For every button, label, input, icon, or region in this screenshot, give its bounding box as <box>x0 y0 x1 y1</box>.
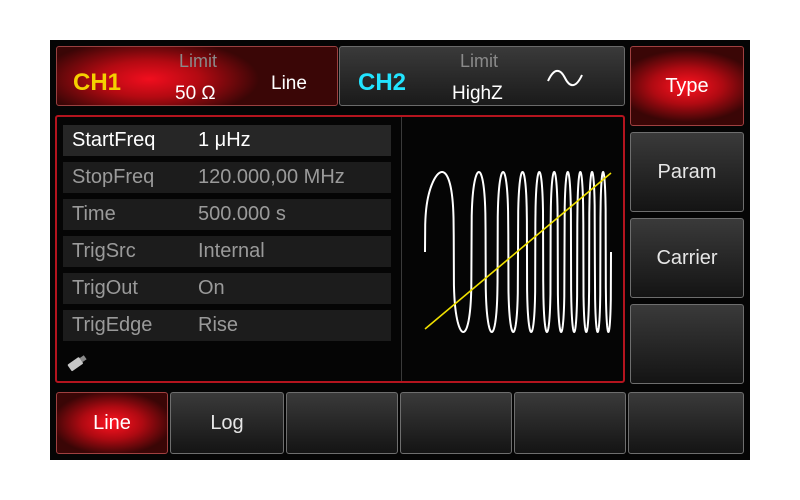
param-name: Time <box>72 203 116 225</box>
empty-softkey-bottom-6[interactable] <box>628 392 744 454</box>
param-value: 120.000,00 MHz <box>198 166 345 188</box>
param-row-trigedge[interactable]: TrigEdge Rise <box>63 310 391 341</box>
sine-wave-icon <box>547 69 583 87</box>
sweep-main-panel: StartFreq 1 μHz StopFreq 120.000,00 MHz … <box>55 115 625 383</box>
param-value: On <box>198 277 225 299</box>
empty-softkey-bottom-5[interactable] <box>514 392 626 454</box>
ch2-panel[interactable]: CH2 Limit HighZ <box>339 46 625 106</box>
ch2-label: CH2 <box>358 69 407 96</box>
ch1-panel[interactable]: CH1 Limit 50 Ω Line <box>56 46 338 106</box>
param-row-startfreq[interactable]: StartFreq 1 μHz <box>63 125 391 156</box>
ch1-limit-label: Limit <box>179 51 218 71</box>
panel-divider <box>401 117 402 381</box>
ch1-sweep-mode: Line <box>271 73 307 94</box>
param-row-trigsrc[interactable]: TrigSrc Internal <box>63 236 391 267</box>
ch1-label: CH1 <box>73 69 122 96</box>
param-row-stopfreq[interactable]: StopFreq 120.000,00 MHz <box>63 162 391 193</box>
param-name: StopFreq <box>72 166 155 188</box>
ch1-impedance: 50 Ω <box>175 83 216 104</box>
param-name: TrigEdge <box>72 314 153 336</box>
usb-drive-icon <box>67 355 87 372</box>
param-value: 1 μHz <box>198 129 251 151</box>
param-value: Internal <box>198 240 265 262</box>
type-softkey[interactable]: Type <box>630 46 744 126</box>
empty-softkey-bottom-4[interactable] <box>400 392 512 454</box>
param-name: TrigOut <box>72 277 138 299</box>
param-name: StartFreq <box>72 129 156 151</box>
param-softkey[interactable]: Param <box>630 132 744 212</box>
line-softkey[interactable]: Line <box>56 392 168 454</box>
ch2-impedance: HighZ <box>452 83 503 104</box>
param-row-trigout[interactable]: TrigOut On <box>63 273 391 304</box>
param-name: TrigSrc <box>72 240 136 262</box>
empty-softkey-right[interactable] <box>630 304 744 384</box>
ch2-limit-label: Limit <box>460 51 499 71</box>
carrier-softkey[interactable]: Carrier <box>630 218 744 298</box>
generator-screen: CH1 Limit 50 Ω Line CH2 Limit HighZ Type… <box>50 40 750 460</box>
log-softkey[interactable]: Log <box>170 392 284 454</box>
empty-softkey-bottom-3[interactable] <box>286 392 398 454</box>
sweep-waveform-display <box>403 117 623 381</box>
param-value: 500.000 s <box>198 203 286 225</box>
param-row-time[interactable]: Time 500.000 s <box>63 199 391 230</box>
param-value: Rise <box>198 314 239 336</box>
